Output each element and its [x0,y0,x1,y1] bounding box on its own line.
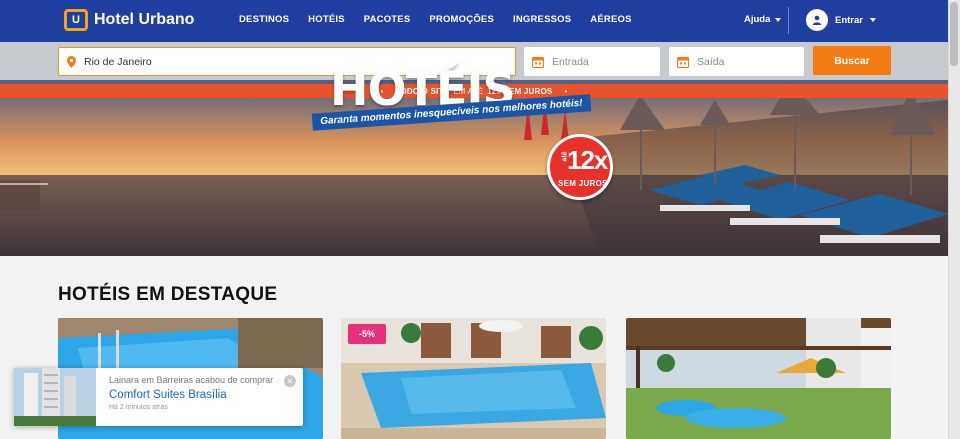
close-icon[interactable]: × [284,375,296,387]
calendar-icon [677,56,689,68]
nav-pacotes[interactable]: PACOTES [364,14,411,25]
hotel-card-image [626,318,891,439]
chevron-down-icon [869,18,876,22]
top-navbar: U Hotel Urbano DESTINOS HOTÉIS PACOTES P… [0,0,948,42]
pin-icon [67,55,76,68]
help-menu[interactable]: Ajuda [744,14,782,25]
notification-body: Lainara em Barreiras acabou de comprar C… [96,368,273,426]
installments-badge: até 12x SEM JUROS [547,134,613,200]
nav-aereos[interactable]: AÉREOS [590,14,631,25]
notification-time: Há 2 minutos atrás [109,404,168,411]
checkout-placeholder: Saída [697,55,725,68]
notification-text: Lainara em Barreiras acabou de comprar [109,375,274,385]
hotel-card[interactable] [626,318,891,439]
notification-hotel-link[interactable]: Comfort Suites Brasília [109,389,273,401]
discount-badge: -5% [348,324,386,344]
logo-text: Hotel Urbano [94,11,195,28]
logo-icon: U [64,9,88,31]
search-button[interactable]: Buscar [813,46,891,75]
help-label: Ajuda [744,14,771,25]
nav-ingressos[interactable]: INGRESSOS [513,14,571,25]
user-icon [806,9,828,31]
header-divider [788,7,789,34]
notification-image [14,368,96,426]
chevron-down-icon [775,17,782,22]
checkin-field[interactable]: Entrada [524,47,660,76]
destination-value: Rio de Janeiro [84,55,152,68]
nav-hoteis[interactable]: HOTÉIS [308,14,345,25]
main-nav: DESTINOS HOTÉIS PACOTES PROMOÇÕES INGRES… [239,14,632,25]
checkin-placeholder: Entrada [552,55,589,68]
scrollbar-thumb[interactable] [950,2,958,66]
calendar-icon [532,56,544,68]
nav-promocoes[interactable]: PROMOÇÕES [429,14,494,25]
login-label: Entrar [835,14,863,26]
login-menu[interactable]: Entrar [806,9,876,31]
dot-icon: • [564,86,568,96]
featured-title: HOTÉIS EM DESTAQUE [58,284,278,305]
checkout-field[interactable]: Saída [669,47,804,76]
nav-destinos[interactable]: DESTINOS [239,14,289,25]
purchase-notification[interactable]: Lainara em Barreiras acabou de comprar C… [14,368,303,426]
badge-big: 12x [567,145,608,175]
brand-logo[interactable]: U Hotel Urbano [64,9,194,31]
badge-bottom: SEM JUROS [558,179,608,188]
